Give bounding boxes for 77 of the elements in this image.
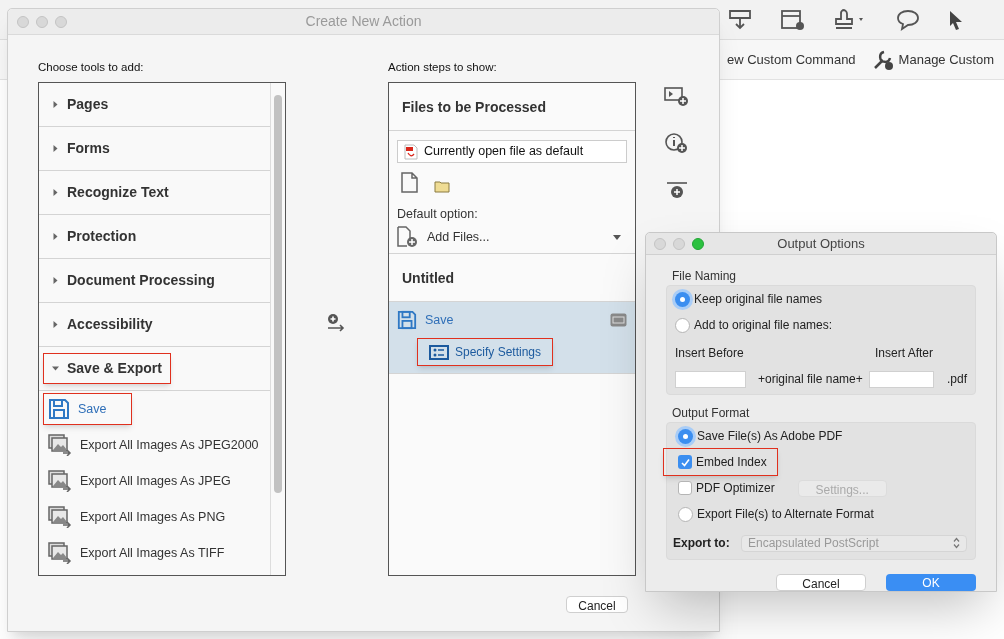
folder-icon[interactable] [434, 180, 450, 194]
step-options-icon[interactable] [610, 313, 627, 327]
radio-button[interactable] [678, 428, 693, 444]
window-title: Create New Action [304, 12, 423, 31]
specify-settings-item[interactable]: Specify Settings [417, 338, 554, 366]
checkbox[interactable] [678, 455, 692, 469]
tool-group-header[interactable]: Recognize Text [43, 177, 178, 209]
scrollbar-thumb[interactable] [274, 95, 282, 494]
tool-group-header[interactable]: Accessibility [43, 309, 162, 341]
field-label: Export to: [673, 535, 731, 552]
cancel-button[interactable]: Cancel [776, 574, 866, 591]
panel-label: Choose tools to add: [38, 60, 145, 75]
field-label: Default option: [397, 206, 479, 224]
download-tray-icon[interactable] [728, 8, 752, 31]
radio-label: Add to original file names: [694, 317, 833, 334]
insert-after-field[interactable] [869, 370, 934, 388]
field-label: Insert After [875, 345, 934, 362]
images-export-icon [48, 470, 72, 493]
dropdown-arrow-icon [613, 234, 621, 240]
form-gear-icon[interactable] [780, 7, 806, 32]
option-label: PDF Optimizer [696, 480, 775, 497]
option-label: Export File(s) to Alternate Format [697, 506, 874, 523]
images-export-icon [48, 506, 72, 529]
option-label: Save File(s) As Adobe PDF [697, 428, 843, 445]
file-source-field[interactable]: Currently open file as default [397, 140, 627, 164]
collapsed-arrow-icon [52, 189, 59, 197]
add-media-icon[interactable] [664, 87, 689, 107]
comment-icon[interactable] [896, 8, 920, 31]
tool-item[interactable]: Save [43, 393, 132, 426]
action-step[interactable]: Save Specify Settings [389, 302, 635, 374]
panel-label: Action steps to show: [388, 60, 498, 75]
radio-label: Keep original file names [694, 291, 823, 308]
tool-group-header[interactable]: Protection [43, 221, 146, 253]
radio-button[interactable] [678, 506, 693, 522]
insert-before-field[interactable] [675, 370, 746, 388]
default-option-dropdown[interactable]: Add Files... [397, 224, 627, 250]
section-title: Files to be Processed [389, 83, 635, 132]
tool-item[interactable]: Export All Images As PNG [43, 501, 231, 534]
option-label: Embed Index [696, 454, 767, 471]
tool-item[interactable]: Export All Images As JPEG2000 [43, 429, 264, 462]
filename-text: +original file name+ [758, 371, 864, 388]
checkbox[interactable] [678, 481, 692, 495]
add-divider-icon[interactable] [665, 181, 688, 199]
tool-group-header[interactable]: Forms [43, 133, 119, 165]
section-label: Output Format [671, 405, 751, 422]
command-button[interactable]: ew Custom Command [727, 49, 856, 70]
add-file-icon [397, 226, 419, 248]
section-label: File Naming [671, 268, 738, 285]
add-step-icon[interactable] [326, 312, 346, 333]
expanded-arrow-icon [52, 365, 59, 373]
images-export-icon [48, 542, 72, 565]
collapsed-arrow-icon [52, 145, 59, 153]
tool-item[interactable]: Export All Images As JPEG [43, 465, 236, 498]
add-info-icon[interactable] [664, 133, 689, 155]
step-label: Save [425, 311, 455, 329]
pointer-icon[interactable] [948, 8, 964, 31]
extension-text: .pdf [947, 371, 967, 388]
settings-list-icon [429, 344, 449, 360]
new-file-icon[interactable] [401, 172, 418, 194]
tool-item[interactable]: Export All Images As TIFF [43, 537, 230, 570]
images-export-icon [48, 434, 72, 457]
collapsed-arrow-icon [52, 277, 59, 285]
radio-button[interactable] [675, 317, 690, 333]
collapsed-arrow-icon [52, 101, 59, 109]
pdf-file-icon [404, 143, 418, 160]
stepper-arrows-icon [953, 537, 960, 549]
radio-button[interactable] [675, 291, 690, 307]
collapsed-arrow-icon [52, 233, 59, 241]
cancel-button[interactable]: Cancel [566, 596, 628, 614]
collapsed-arrow-icon [52, 321, 59, 329]
checkmark-icon [680, 457, 690, 467]
window-title: Output Options [776, 234, 866, 253]
tool-group-header[interactable]: Document Processing [43, 265, 224, 297]
tool-group-header[interactable]: Save & Export [43, 353, 171, 385]
tool-group-header[interactable]: Pages [43, 89, 118, 121]
field-label: Insert Before [675, 345, 745, 362]
command-button[interactable]: Manage Custom [871, 48, 994, 71]
